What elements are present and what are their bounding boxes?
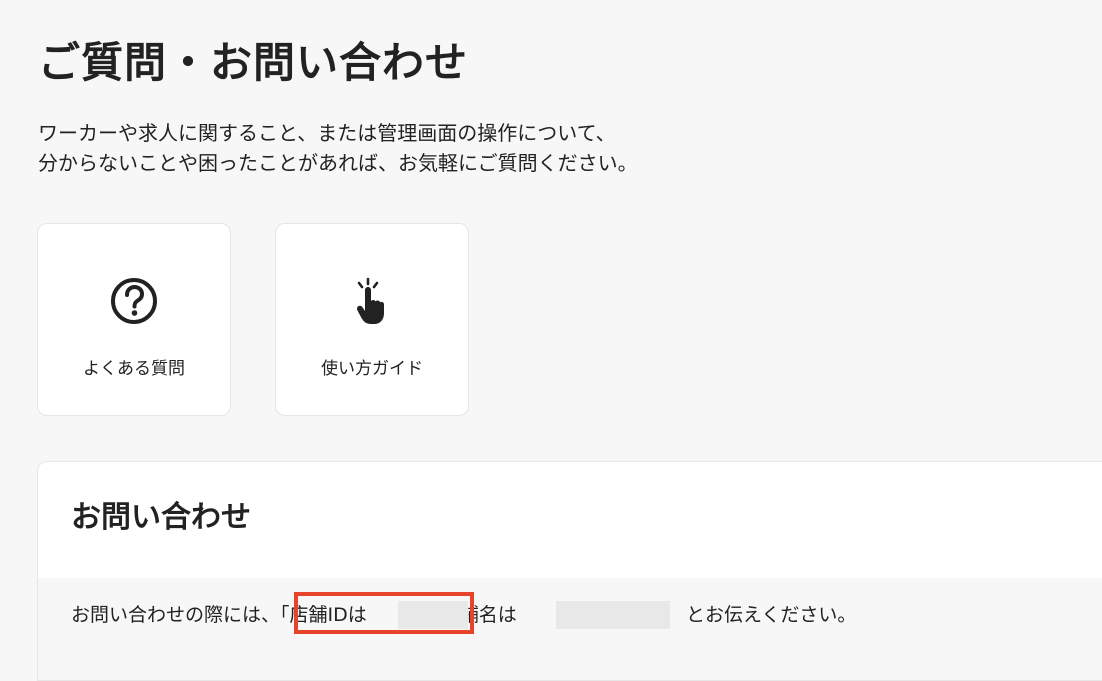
contact-section: お問い合わせ お問い合わせの際には、「店舗IDは 店舗名は とお伝えください。 [37, 461, 1102, 681]
page-description-line-1: ワーカーや求人に関すること、または管理画面の操作について、 [38, 121, 616, 145]
redacted-store-name [556, 601, 670, 629]
contact-title: お問い合わせ [71, 500, 251, 535]
question-circle-icon [111, 278, 157, 324]
contact-note-suffix: とお伝えください。 [686, 604, 857, 626]
contact-note-bar: お問い合わせの際には、「店舗IDは 店舗名は とお伝えください。 [38, 578, 1102, 680]
guide-card-label: 使い方ガイド [321, 359, 423, 379]
page-description-line-2: 分からないことや困ったことがあれば、お気軽にご質問ください。 [38, 151, 638, 175]
page-description: ワーカーや求人に関すること、または管理画面の操作について、 分からないことや困っ… [38, 118, 638, 178]
guide-card[interactable]: 使い方ガイド [275, 223, 469, 416]
tap-hand-icon [356, 277, 384, 324]
store-id-highlight-box [294, 592, 474, 634]
page-title: ご質問・お問い合わせ [38, 38, 469, 87]
faq-card[interactable]: よくある質問 [37, 223, 231, 416]
faq-card-label: よくある質問 [83, 359, 185, 379]
